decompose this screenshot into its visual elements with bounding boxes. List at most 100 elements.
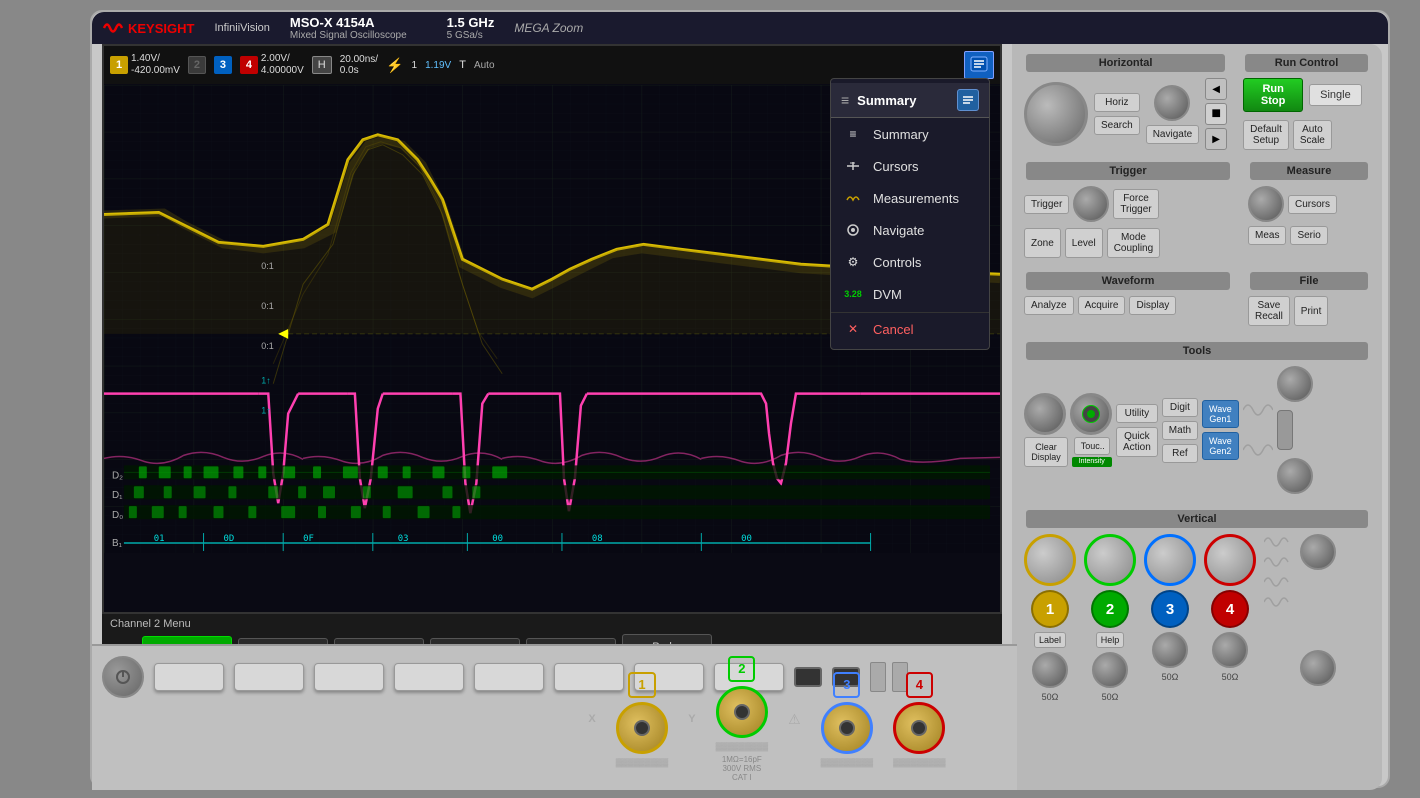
ch1-offset-knob[interactable] — [1032, 652, 1068, 688]
ch4-num: 4 — [240, 56, 258, 74]
menu-item-summary[interactable]: ≡ Summary — [831, 118, 989, 150]
trigger-knob[interactable] — [1073, 186, 1109, 222]
math-button[interactable]: Math — [1162, 421, 1198, 440]
force-trigger-button[interactable]: ForceTrigger — [1113, 189, 1158, 219]
display-button[interactable]: Display — [1129, 296, 1176, 315]
ch3-vert-button[interactable]: 3 — [1151, 590, 1189, 628]
horiz-button[interactable]: Horiz — [1094, 93, 1140, 112]
ch1-vert-button[interactable]: 1 — [1031, 590, 1069, 628]
ch2-vert-button[interactable]: 2 — [1091, 590, 1129, 628]
waveform-file-row: Waveform Analyze Acquire Display File Sa… — [1012, 264, 1382, 334]
power-button[interactable] — [102, 656, 144, 698]
nav-left[interactable]: ◀ — [1205, 78, 1227, 100]
ch4-bnc[interactable] — [893, 702, 945, 754]
ch4-impedance: 50Ω — [1222, 672, 1239, 682]
serio-btn[interactable]: Serio — [1290, 226, 1327, 245]
front-btn-3[interactable] — [314, 663, 384, 691]
model-name: MSO-X 4154A — [290, 15, 407, 30]
svg-text:00: 00 — [741, 534, 752, 544]
default-setup-button[interactable]: DefaultSetup — [1243, 120, 1289, 150]
ch1-badge: 1 1.40V/-420.00mV — [110, 53, 180, 77]
zoom-knob[interactable] — [1154, 85, 1190, 121]
analyze-button[interactable]: Analyze — [1024, 296, 1074, 315]
megazoom-label: MEGA Zoom — [514, 21, 583, 35]
menu-item-cursors[interactable]: Cursors — [831, 150, 989, 182]
meas-btn[interactable]: Meas — [1248, 226, 1286, 245]
zone-button[interactable]: Zone — [1024, 228, 1061, 258]
horizontal-knob[interactable] — [1024, 82, 1088, 146]
nav-stop[interactable]: ■ — [1205, 103, 1227, 125]
touch-button[interactable]: Touc.. — [1074, 437, 1110, 455]
vert-ch1: 1 Label 50Ω — [1024, 534, 1076, 702]
ch1-bnc[interactable] — [616, 702, 668, 754]
run-stop-button[interactable]: RunStop — [1243, 78, 1303, 112]
wave-gen2-button[interactable]: WaveGen2 — [1202, 432, 1239, 460]
navigate-button[interactable]: Navigate — [1146, 125, 1199, 144]
ch1-bnc-inner — [634, 720, 650, 736]
acquire-button[interactable]: Acquire — [1078, 296, 1126, 315]
ch2-help-button[interactable]: Help — [1096, 632, 1125, 648]
menu-item-dvm[interactable]: 3.28 DVM — [831, 278, 989, 310]
ch2-bnc[interactable] — [716, 686, 768, 738]
menu-label-navigate: Navigate — [873, 223, 924, 238]
screen-menu-button[interactable] — [964, 51, 994, 79]
svg-text:01: 01 — [154, 534, 165, 544]
ch4-vert-knob[interactable] — [1204, 534, 1256, 586]
brand-logo: KEYSIGHT — [102, 19, 194, 37]
front-btn-1[interactable] — [154, 663, 224, 691]
ch2-num: 2 — [188, 56, 206, 74]
summary-icon: ≡ — [843, 126, 863, 142]
save-recall-button[interactable]: SaveRecall — [1248, 296, 1290, 326]
tools-knob-bottom[interactable] — [1277, 458, 1313, 494]
print-button[interactable]: Print — [1294, 296, 1329, 326]
tools-label: Tools — [1026, 342, 1368, 360]
ch2-offset-knob[interactable] — [1092, 652, 1128, 688]
front-btn-4[interactable] — [394, 663, 464, 691]
display-btns: ClearDisplay Touc.. Intensity — [1024, 437, 1112, 467]
menu-item-navigate[interactable]: Navigate — [831, 214, 989, 246]
dropdown-menu: ≡ Summary ≡ Summary Cursors — [830, 78, 990, 350]
vert-knob-bottom[interactable] — [1300, 650, 1336, 686]
ch3-vert-knob[interactable] — [1144, 534, 1196, 586]
auto-scale-button[interactable]: AutoScale — [1293, 120, 1332, 150]
level-button[interactable]: Level — [1065, 228, 1103, 258]
vert-ch4: 4 50Ω — [1204, 534, 1256, 702]
display-knob2[interactable] — [1070, 393, 1112, 435]
ch4-vert-button[interactable]: 4 — [1211, 590, 1249, 628]
ch4-offset-knob[interactable] — [1212, 632, 1248, 668]
utility-button[interactable]: Utility — [1116, 404, 1158, 423]
front-bottom: X 1 ▓▓▓▓▓▓▓▓▓ Y 2 ▓ — [92, 644, 1017, 790]
ch3-offset-knob[interactable] — [1152, 632, 1188, 668]
file-buttons: SaveRecall Print — [1244, 292, 1374, 330]
nav-right[interactable]: ▶ — [1205, 128, 1227, 150]
svg-text:D₀: D₀ — [112, 510, 123, 521]
wave-gen1-button[interactable]: WaveGen1 — [1202, 400, 1239, 428]
intensity-knob[interactable] — [1024, 393, 1066, 435]
tools-slider[interactable] — [1277, 410, 1293, 450]
trigger-button[interactable]: Trigger — [1024, 195, 1069, 214]
vert-knob-top[interactable] — [1300, 534, 1336, 570]
measure-knob[interactable] — [1248, 186, 1284, 222]
front-btn-2[interactable] — [234, 663, 304, 691]
menu-item-cancel[interactable]: ✕ Cancel — [831, 312, 989, 345]
svg-text:1↑: 1↑ — [261, 376, 270, 386]
clear-display-button[interactable]: ClearDisplay — [1024, 437, 1068, 467]
right-knobs — [1277, 366, 1313, 494]
search-button[interactable]: Search — [1094, 116, 1140, 135]
menu-item-measurements[interactable]: Measurements — [831, 182, 989, 214]
digit-button[interactable]: Digit — [1162, 398, 1198, 417]
ch3-bnc[interactable] — [821, 702, 873, 754]
mode-coupling-button[interactable]: ModeCoupling — [1107, 228, 1160, 258]
right-panel: Horizontal Horiz Search Navigate ◀ ■ ▶ — [1012, 44, 1382, 790]
quick-action-button[interactable]: QuickAction — [1116, 427, 1158, 457]
tools-knob-top[interactable] — [1277, 366, 1313, 402]
single-button[interactable]: Single — [1309, 84, 1362, 106]
ch1-label-button[interactable]: Label — [1034, 632, 1066, 648]
ch2-vert-knob[interactable] — [1084, 534, 1136, 586]
bnc-section: X 1 ▓▓▓▓▓▓▓▓▓ Y 2 ▓ — [517, 646, 1017, 792]
ch1-vert-knob[interactable] — [1024, 534, 1076, 586]
menu-item-controls[interactable]: ⚙ Controls — [831, 246, 989, 278]
cursors-btn[interactable]: Cursors — [1288, 195, 1337, 214]
ref-button[interactable]: Ref — [1162, 444, 1198, 463]
svg-text:00: 00 — [492, 534, 503, 544]
